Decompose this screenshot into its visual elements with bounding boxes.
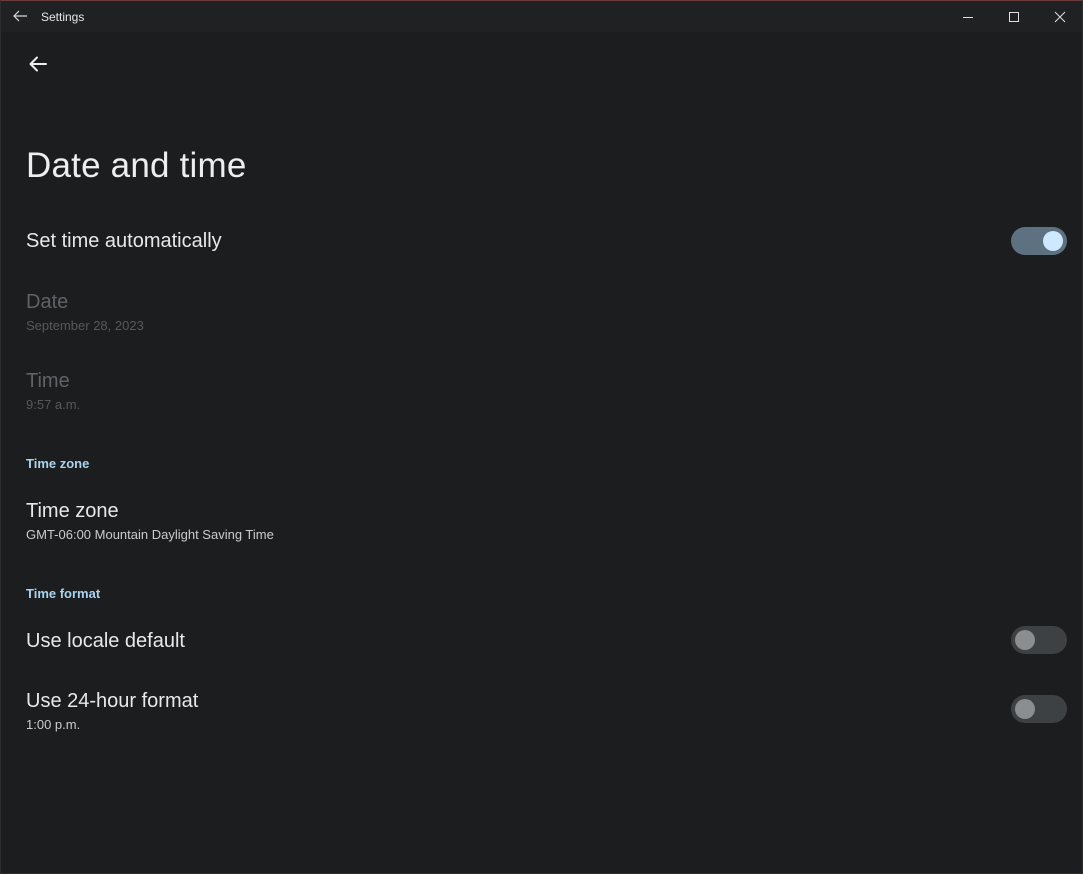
toggle-knob [1043,231,1063,251]
minimize-button[interactable] [945,1,991,32]
toggle-knob [1015,699,1035,719]
time-value: 9:57 a.m. [26,397,81,412]
use-24-hour-format-example: 1:00 p.m. [26,717,81,732]
page-back-button[interactable] [27,54,49,74]
maximize-icon [1009,11,1019,22]
time-zone-value: GMT-06:00 Mountain Daylight Saving Time [26,527,274,542]
maximize-button[interactable] [991,1,1037,32]
page-title: Date and time [26,146,247,185]
section-header-time-format: Time format [26,586,101,601]
use-24-hour-format-label: Use 24-hour format [26,690,199,712]
window-title: Settings [41,10,85,24]
arrow-left-icon [29,56,47,72]
use-24-hour-format-toggle[interactable] [1011,695,1067,723]
titlebar-back-button[interactable] [11,8,29,24]
settings-window: Settings Date and time Set time automati… [0,0,1083,874]
title-bar: Settings [1,1,1082,32]
time-label: Time [26,370,70,392]
set-time-automatically-label: Set time automatically [26,230,222,252]
use-locale-default-label: Use locale default [26,630,185,652]
close-button[interactable] [1037,1,1082,32]
arrow-left-icon [13,10,27,22]
date-label: Date [26,291,69,313]
close-icon [1054,11,1066,22]
time-zone-label: Time zone [26,500,119,522]
toggle-knob [1015,630,1035,650]
section-header-time-zone: Time zone [26,456,90,471]
set-time-automatically-toggle[interactable] [1011,227,1067,255]
use-locale-default-toggle[interactable] [1011,626,1067,654]
minimize-icon [963,16,973,18]
date-value: September 28, 2023 [26,318,144,333]
